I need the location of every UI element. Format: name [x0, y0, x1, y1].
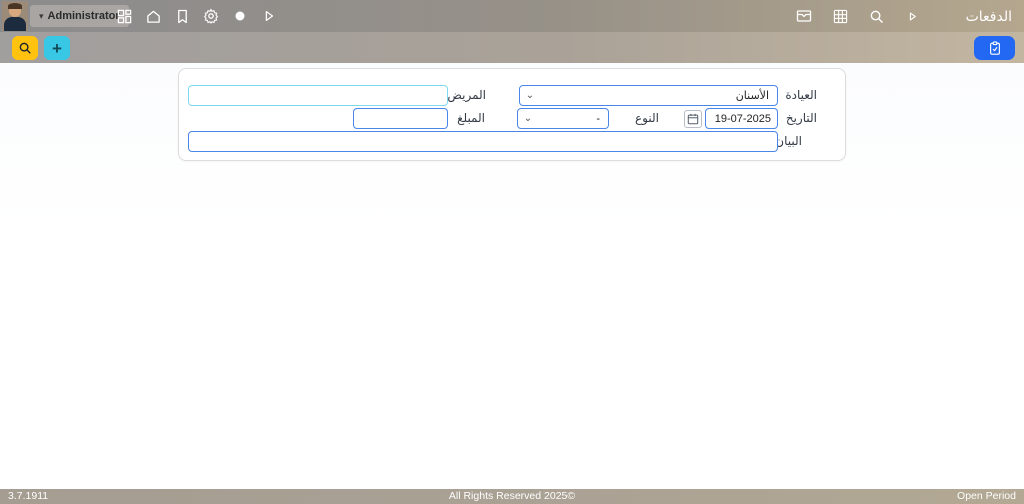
status-bar: 3.7.1911 All Rights Reserved 2025© Open … [0, 489, 1024, 504]
home-icon[interactable] [145, 8, 161, 24]
calendar-icon [687, 113, 699, 125]
date-label: التاريخ [786, 108, 817, 129]
topbar-left-icons [116, 0, 277, 32]
date-input[interactable] [705, 108, 778, 129]
user-name: Administrator [48, 10, 120, 22]
add-button[interactable]: + [44, 36, 70, 60]
clinic-label: العيادة [785, 85, 817, 106]
save-button[interactable] [974, 36, 1015, 60]
copyright-label: All Rights Reserved 2025© [0, 490, 1024, 502]
patient-label: المريض [447, 85, 486, 106]
payment-form-card: العيادة الأسنان ⌄ المريض التاريخ النوع -… [178, 68, 846, 161]
chevron-down-icon: ▾ [39, 11, 44, 21]
date-picker-button[interactable] [684, 110, 702, 128]
user-avatar[interactable] [2, 1, 28, 31]
plus-icon: + [52, 40, 62, 57]
apps-icon[interactable] [116, 8, 132, 24]
page-title: الدفعات [966, 0, 1012, 32]
bookmark-icon[interactable] [174, 8, 190, 24]
patient-input[interactable] [188, 85, 448, 106]
mail-icon[interactable] [796, 8, 812, 24]
type-select[interactable]: - ⌄ [517, 108, 609, 129]
clinic-select-value: الأسنان [540, 89, 777, 102]
chevron-down-icon: ⌄ [518, 113, 538, 124]
period-status-label: Open Period [957, 490, 1016, 502]
statement-input[interactable] [188, 131, 778, 152]
title-bar: ▾ Administrator [0, 0, 1024, 32]
amount-input[interactable] [353, 108, 448, 129]
search-icon [18, 41, 32, 55]
play-icon[interactable] [261, 8, 277, 24]
record-icon[interactable] [232, 8, 248, 24]
type-label: النوع [635, 108, 659, 129]
table-icon[interactable] [832, 8, 848, 24]
chevron-down-icon: ⌄ [520, 90, 540, 101]
play-small-icon[interactable] [904, 8, 920, 24]
main-content: العيادة الأسنان ⌄ المريض التاريخ النوع -… [0, 63, 1024, 489]
clinic-select[interactable]: الأسنان ⌄ [519, 85, 778, 106]
search-button[interactable] [12, 36, 38, 60]
topbar-right-icons [796, 0, 920, 32]
type-select-value: - [538, 113, 608, 125]
amount-label: المبلغ [457, 108, 485, 129]
action-toolbar: + [0, 32, 1024, 63]
clipboard-check-icon [988, 41, 1002, 56]
statement-label: البيان [775, 131, 802, 152]
settings-icon[interactable] [203, 8, 219, 24]
user-menu-button[interactable]: ▾ Administrator [30, 5, 129, 27]
search-icon[interactable] [868, 8, 884, 24]
